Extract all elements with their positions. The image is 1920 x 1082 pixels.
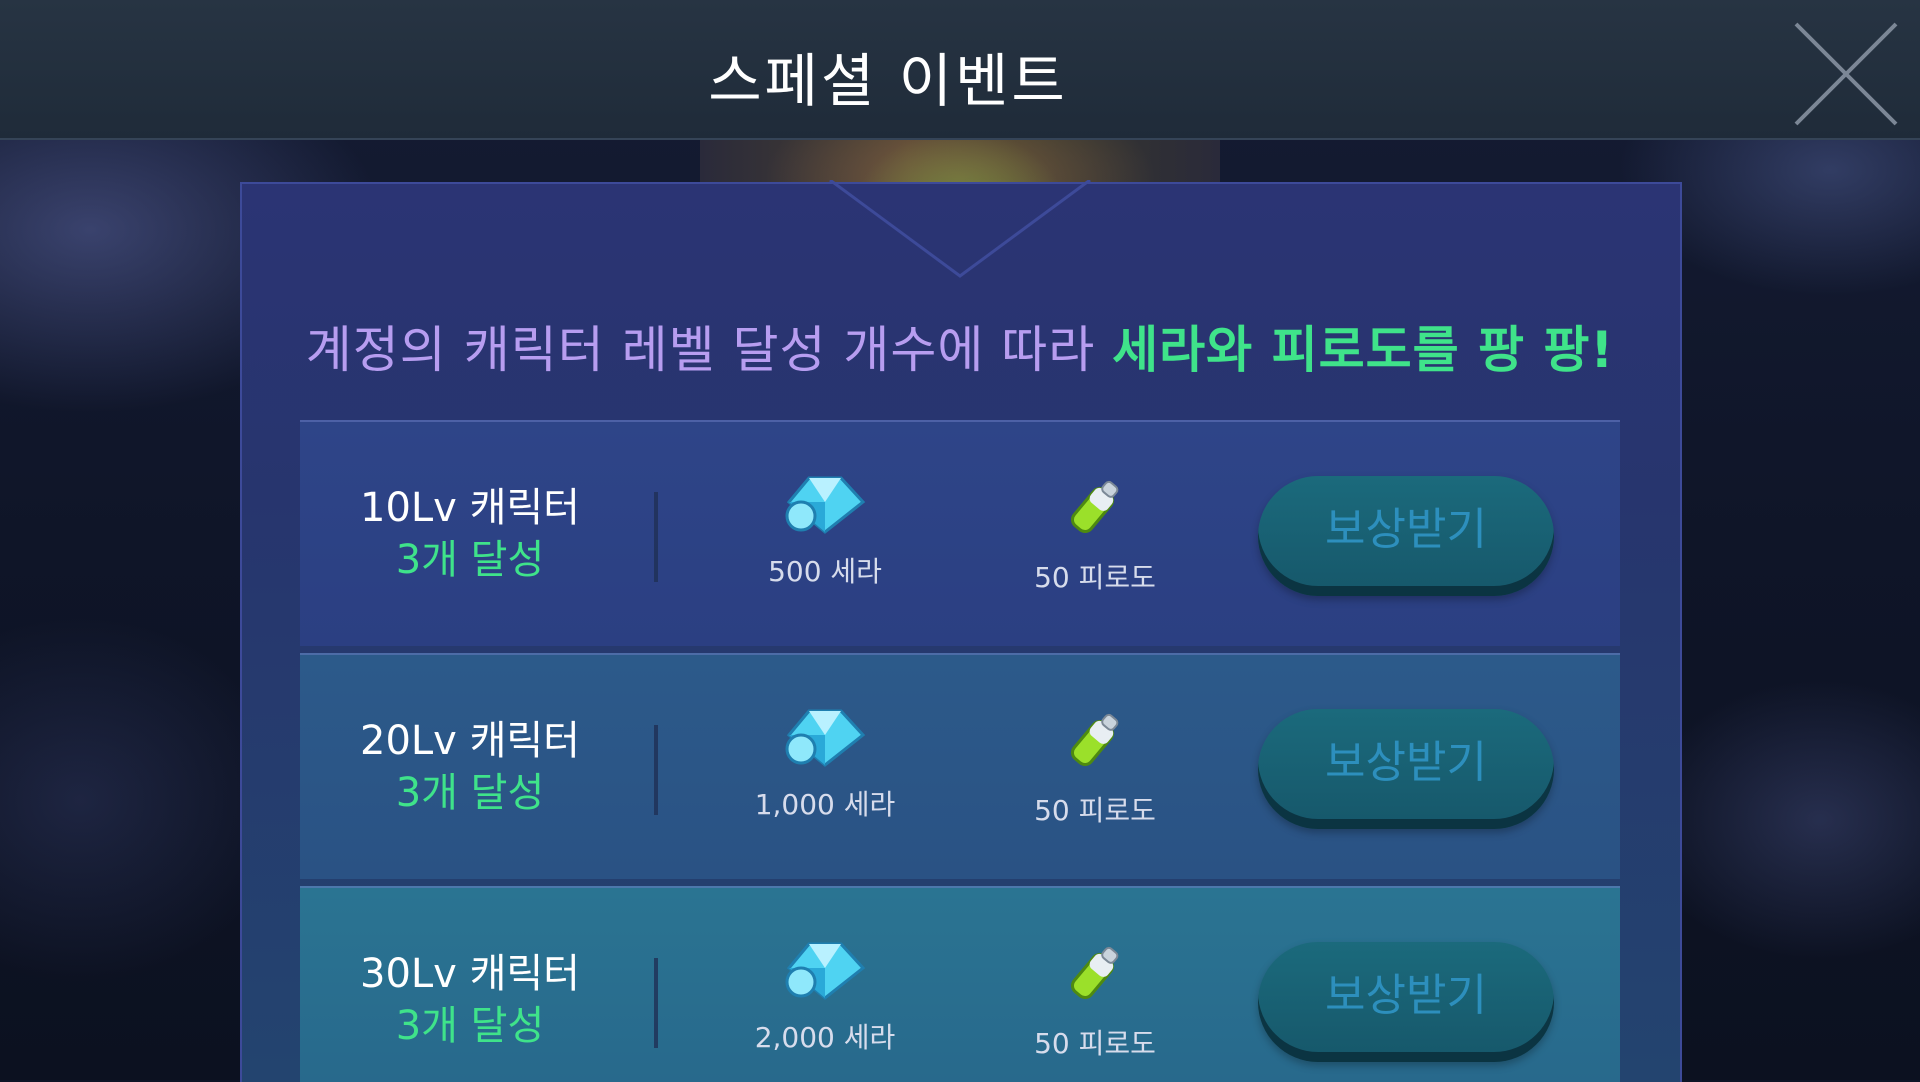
claim-reward-button[interactable]: 보상받기 xyxy=(1258,709,1554,829)
cera-reward: 1,000 세라 xyxy=(725,705,925,823)
event-headline: 계정의 캐릭터 레벨 달성 개수에 따라 세라와 피로도를 팡 팡! xyxy=(0,310,1920,382)
level-requirement: 10Lv 캐릭터 xyxy=(360,485,580,531)
reward-row: 20Lv 캐릭터 3개 달성 1,000 세라 50 피로도 보상받기 xyxy=(300,653,1620,879)
achievement-count: 3개 달성 xyxy=(395,770,545,816)
claim-reward-button[interactable]: 보상받기 xyxy=(1258,476,1554,596)
page-title: 스페셜 이벤트 xyxy=(708,47,1068,115)
fatigue-amount: 50 피로도 xyxy=(1034,1027,1156,1060)
headline-text: 계정의 캐릭터 레벨 달성 개수에 따라 xyxy=(305,321,1096,379)
achievement-count: 3개 달성 xyxy=(395,1003,545,1049)
cera-amount: 1,000 세라 xyxy=(754,788,896,821)
reward-condition: 10Lv 캐릭터 3개 달성 xyxy=(300,482,640,586)
row-divider xyxy=(654,492,658,582)
fatigue-amount: 50 피로도 xyxy=(1034,561,1156,594)
fatigue-reward: 50 피로도 xyxy=(995,472,1195,596)
fatigue-potion-icon xyxy=(1070,480,1119,533)
cera-reward: 2,000 세라 xyxy=(725,938,925,1056)
panel-notch xyxy=(829,180,1091,278)
level-requirement: 30Lv 캐릭터 xyxy=(360,951,580,997)
achievement-count: 3개 달성 xyxy=(395,537,545,583)
reward-row: 10Lv 캐릭터 3개 달성 500 세라 50 피로도 보상받기 xyxy=(300,420,1620,646)
row-divider xyxy=(654,725,658,815)
row-divider xyxy=(654,958,658,1048)
claim-reward-button[interactable]: 보상받기 xyxy=(1258,942,1554,1062)
reward-condition: 30Lv 캐릭터 3개 달성 xyxy=(300,948,640,1052)
reward-condition: 20Lv 캐릭터 3개 달성 xyxy=(300,715,640,819)
cera-reward: 500 세라 xyxy=(725,472,925,590)
cera-amount: 500 세라 xyxy=(768,555,882,588)
close-icon[interactable] xyxy=(1792,20,1900,128)
cera-crystal-icon xyxy=(785,476,866,534)
cera-crystal-icon xyxy=(785,709,866,767)
fatigue-reward: 50 피로도 xyxy=(995,705,1195,829)
fatigue-amount: 50 피로도 xyxy=(1034,794,1156,827)
fatigue-reward: 50 피로도 xyxy=(995,938,1195,1062)
reward-row: 30Lv 캐릭터 3개 달성 2,000 세라 50 피로도 보상받기 xyxy=(300,886,1620,1082)
fatigue-potion-icon xyxy=(1070,713,1119,766)
cera-amount: 2,000 세라 xyxy=(754,1021,896,1054)
cera-crystal-icon xyxy=(785,942,866,1000)
level-requirement: 20Lv 캐릭터 xyxy=(360,718,580,764)
headline-highlight: 세라와 피로도를 팡 팡! xyxy=(1112,321,1615,379)
top-bar: 스페셜 이벤트 xyxy=(0,0,1920,140)
fatigue-potion-icon xyxy=(1070,946,1119,999)
